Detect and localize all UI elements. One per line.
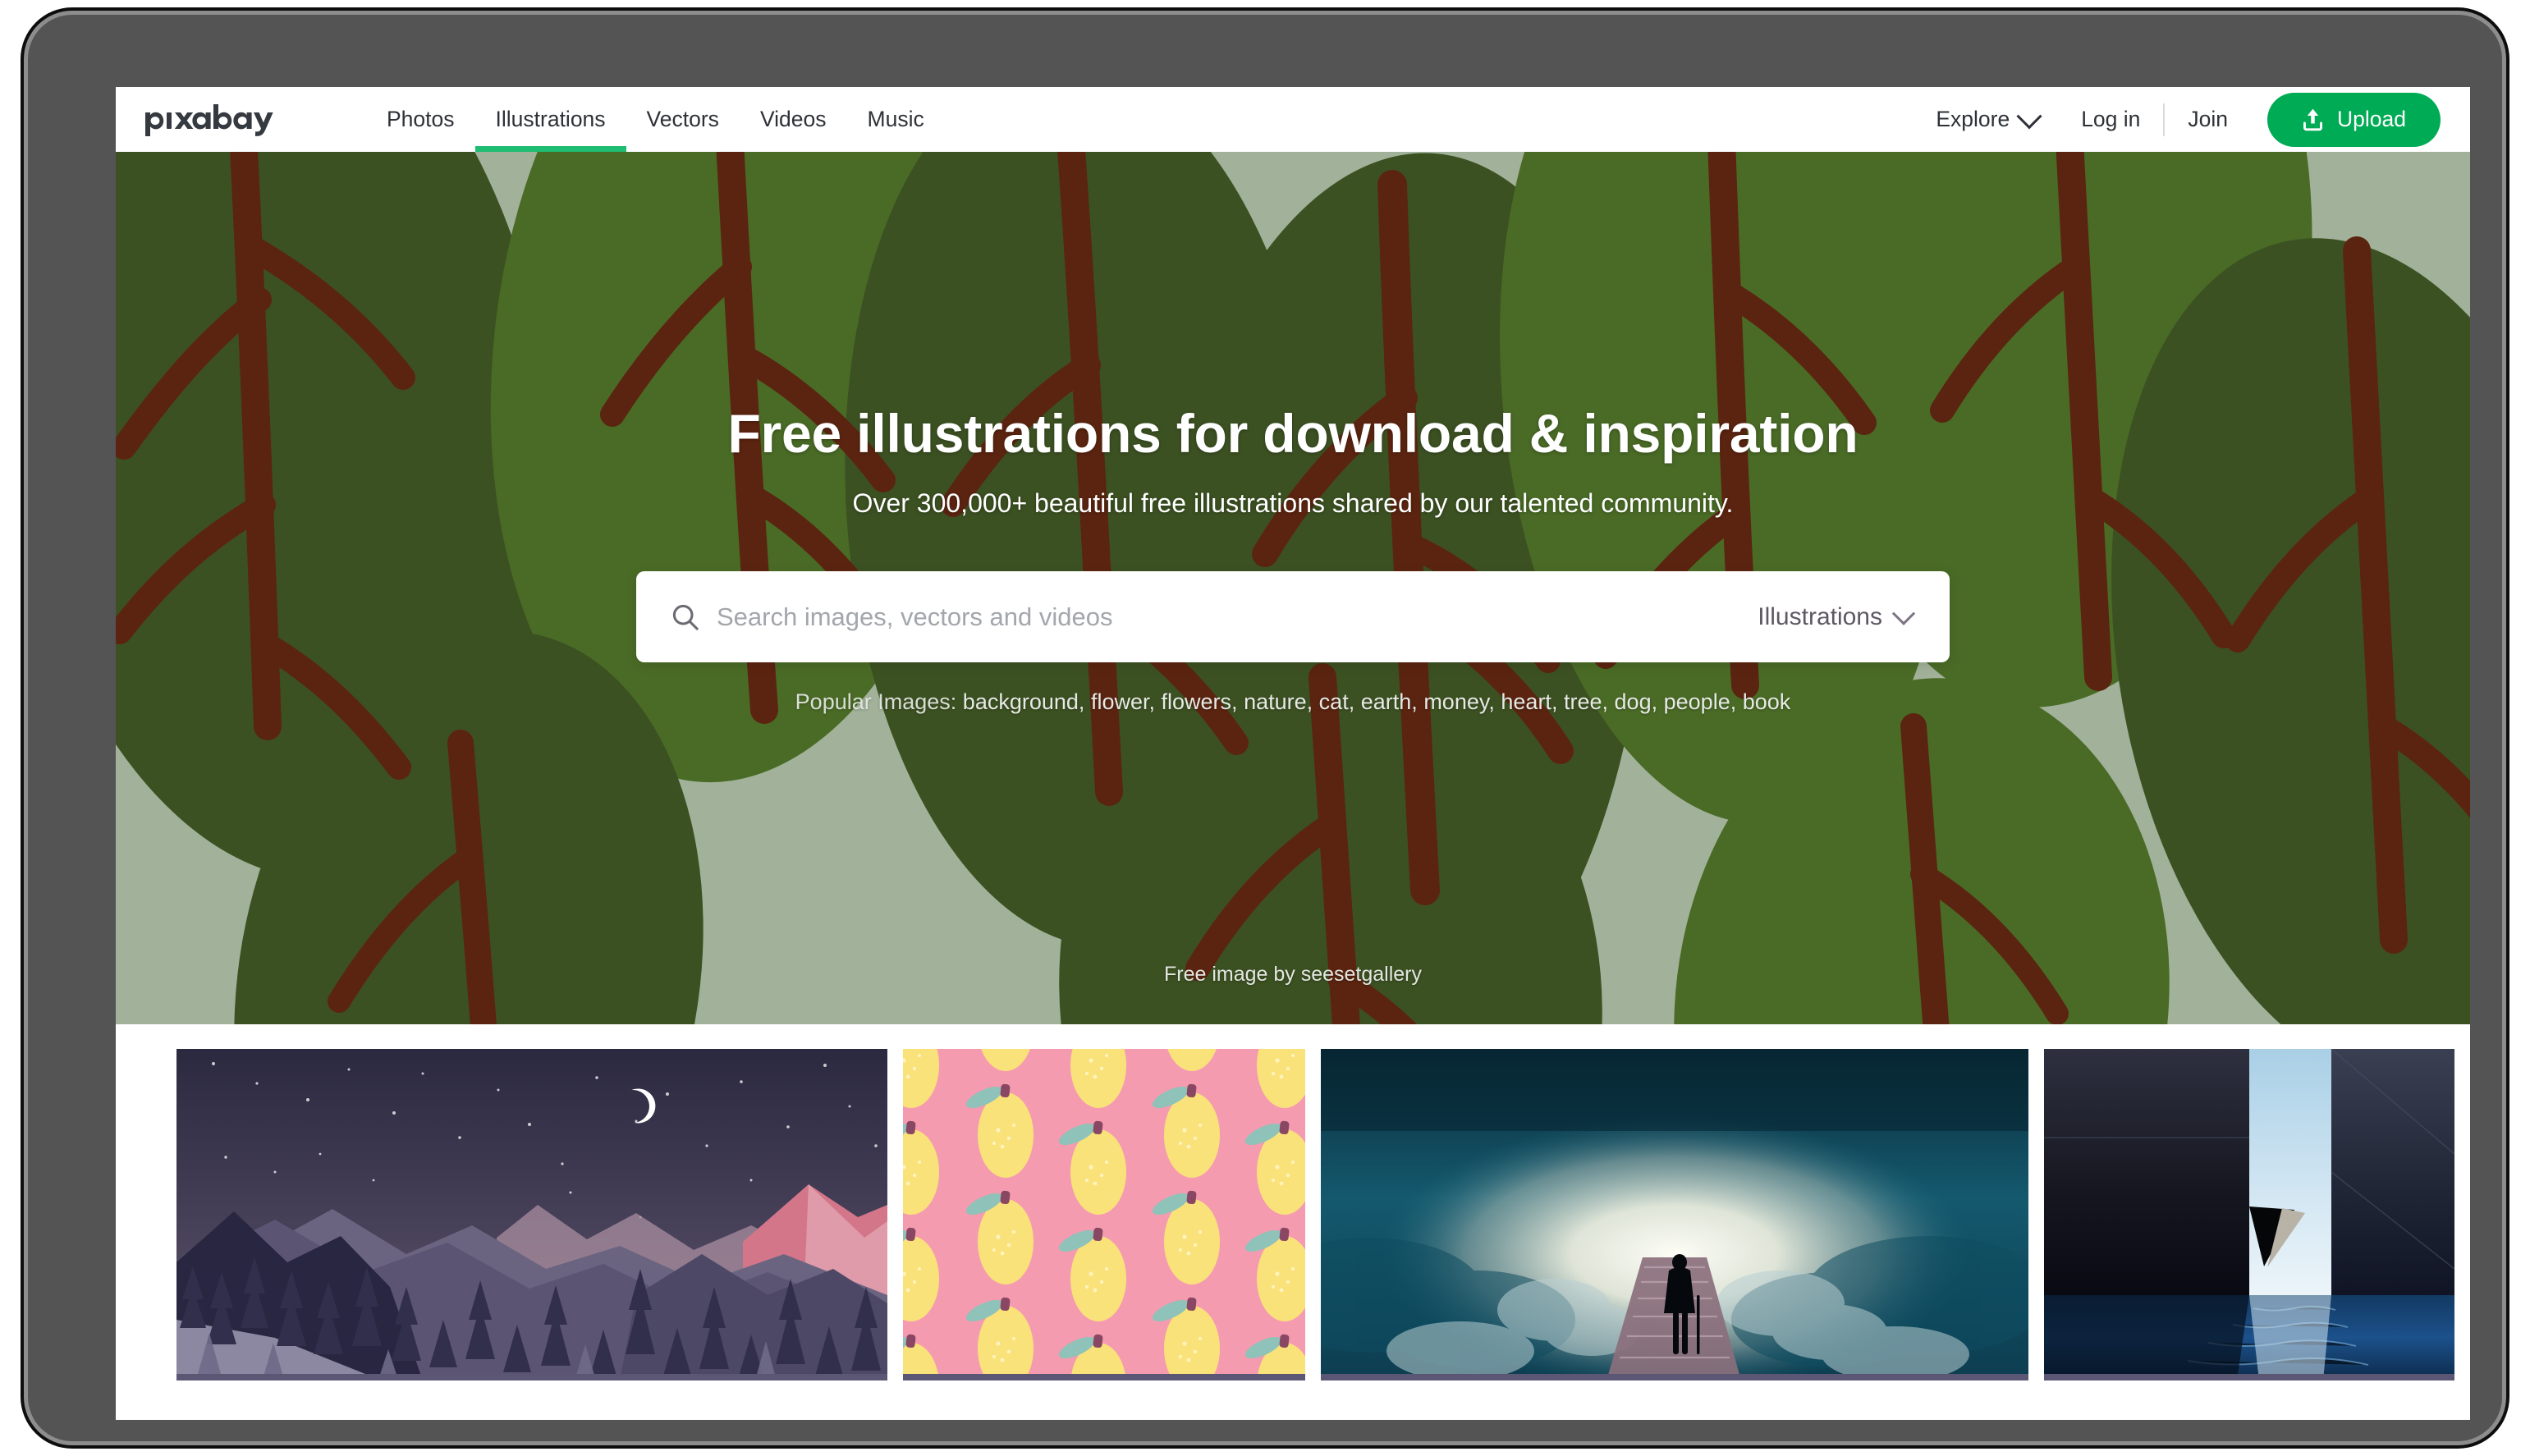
page-title: Free illustrations for download & inspir… bbox=[727, 403, 1859, 464]
nav-item-videos[interactable]: Videos bbox=[740, 87, 847, 152]
popular-image-link-book[interactable]: book bbox=[1743, 689, 1791, 714]
chevron-down-icon bbox=[2016, 103, 2042, 129]
search-input[interactable] bbox=[717, 602, 1758, 632]
dark-concrete-water-architecture bbox=[2044, 1049, 2454, 1380]
popular-link-separator: , bbox=[1651, 689, 1658, 714]
popular-image-link-nature[interactable]: nature bbox=[1244, 689, 1307, 714]
nav-item-music[interactable]: Music bbox=[847, 87, 945, 152]
upload-icon bbox=[2302, 108, 2324, 131]
gallery-item-lemon-pattern[interactable] bbox=[903, 1049, 1305, 1380]
hero-content: Free illustrations for download & inspir… bbox=[116, 152, 2470, 715]
gallery-item-dark-concrete-water[interactable] bbox=[2044, 1049, 2454, 1380]
popular-link-separator: , bbox=[1078, 689, 1085, 714]
upload-label: Upload bbox=[2337, 107, 2406, 131]
nav-item-vectors[interactable]: Vectors bbox=[626, 87, 740, 152]
popular-image-link-background[interactable]: background bbox=[963, 689, 1079, 714]
popular-images-label: Popular Images: bbox=[795, 689, 957, 714]
header-actions: Explore Log in Join Upload bbox=[1916, 92, 2441, 147]
popular-image-link-people[interactable]: people bbox=[1664, 689, 1730, 714]
hero-section: Free illustrations for download & inspir… bbox=[116, 152, 2470, 1024]
search-type-dropdown[interactable]: Illustrations bbox=[1758, 602, 1916, 631]
hero-attribution: Free image by seesetgallery bbox=[1163, 963, 1423, 986]
popular-image-link-tree[interactable]: tree bbox=[1564, 689, 1602, 714]
nav-item-label: Vectors bbox=[646, 107, 719, 131]
popular-link-separator: , bbox=[1411, 689, 1418, 714]
login-link[interactable]: Log in bbox=[2058, 107, 2163, 132]
popular-image-link-dog[interactable]: dog bbox=[1615, 689, 1652, 714]
nav-item-label: Music bbox=[867, 107, 924, 131]
popular-image-link-flower[interactable]: flower bbox=[1091, 689, 1149, 714]
popular-link-separator: , bbox=[1488, 689, 1495, 714]
nav-item-label: Photos bbox=[387, 107, 455, 131]
night-mountains-moon-illustration bbox=[176, 1049, 887, 1380]
search-type-label: Illustrations bbox=[1758, 602, 1882, 630]
site-header: Photos Illustrations Vectors Videos Musi… bbox=[116, 87, 2470, 152]
stairway-to-light-clouds bbox=[1321, 1049, 2028, 1380]
device-bezel: Photos Illustrations Vectors Videos Musi… bbox=[28, 15, 2502, 1441]
gallery-item-stairway-to-light[interactable] bbox=[1321, 1049, 2028, 1380]
join-link[interactable]: Join bbox=[2165, 107, 2251, 132]
popular-images-row: Popular Images: background, flower, flow… bbox=[116, 689, 2470, 715]
popular-link-separator: , bbox=[1730, 689, 1737, 714]
pixabay-logo[interactable] bbox=[143, 103, 299, 137]
popular-image-link-money[interactable]: money bbox=[1423, 689, 1488, 714]
lemon-pattern-illustration bbox=[903, 1049, 1305, 1380]
popular-link-separator: , bbox=[1551, 689, 1558, 714]
browser-screen: Photos Illustrations Vectors Videos Musi… bbox=[116, 87, 2470, 1420]
popular-link-separator: , bbox=[1148, 689, 1155, 714]
image-gallery bbox=[116, 1024, 2470, 1395]
popular-image-link-heart[interactable]: heart bbox=[1501, 689, 1551, 714]
explore-label: Explore bbox=[1936, 107, 2010, 131]
popular-image-link-cat[interactable]: cat bbox=[1319, 689, 1349, 714]
popular-link-separator: , bbox=[1306, 689, 1313, 714]
page-subtitle: Over 300,000+ beautiful free illustratio… bbox=[852, 488, 1734, 518]
popular-link-separator: , bbox=[1231, 689, 1238, 714]
chevron-down-icon bbox=[1891, 602, 1916, 625]
popular-image-link-earth[interactable]: earth bbox=[1361, 689, 1412, 714]
popular-link-separator: , bbox=[1602, 689, 1609, 714]
nav-item-illustrations[interactable]: Illustrations bbox=[474, 87, 626, 152]
popular-link-separator: , bbox=[1348, 689, 1355, 714]
upload-button[interactable]: Upload bbox=[2267, 92, 2441, 147]
nav-item-label: Illustrations bbox=[495, 107, 606, 131]
gallery-item-night-mountains[interactable] bbox=[176, 1049, 887, 1380]
popular-images-links: background, flower, flowers, nature, cat… bbox=[963, 689, 1791, 714]
explore-menu[interactable]: Explore bbox=[1916, 103, 2058, 132]
nav-item-photos[interactable]: Photos bbox=[366, 87, 475, 152]
search-bar: Illustrations bbox=[636, 571, 1950, 662]
popular-image-link-flowers[interactable]: flowers bbox=[1162, 689, 1232, 714]
nav-item-label: Videos bbox=[759, 107, 827, 131]
main-nav: Photos Illustrations Vectors Videos Musi… bbox=[366, 87, 945, 152]
search-icon bbox=[670, 602, 700, 632]
